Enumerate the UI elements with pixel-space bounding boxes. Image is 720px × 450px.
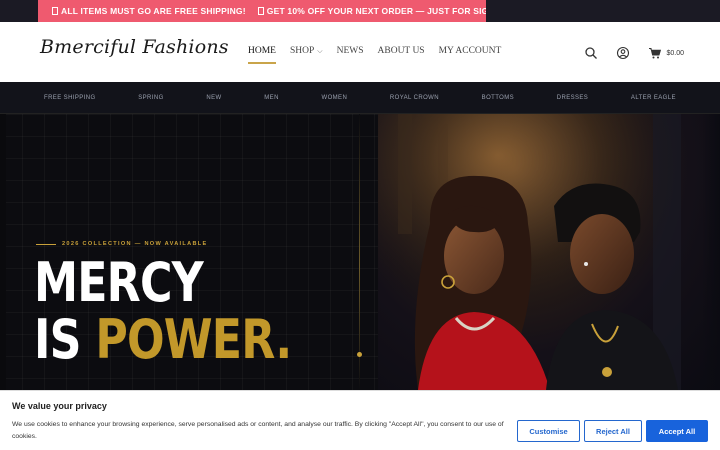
- cart-total: $0.00: [666, 49, 684, 57]
- customise-button[interactable]: Customise: [517, 420, 580, 442]
- eyebrow-text: 2026 COLLECTION — NOW AVAILABLE: [62, 241, 208, 247]
- accept-all-button[interactable]: Accept All: [646, 420, 708, 442]
- tag-icon: [257, 7, 264, 15]
- user-icon[interactable]: [616, 46, 630, 60]
- announcement-strip[interactable]: ALL ITEMS MUST GO ARE FREE SHIPPING! GET…: [38, 0, 486, 22]
- nav-shop[interactable]: SHOP ⌵: [290, 46, 323, 56]
- announcement-bar: ALL ITEMS MUST GO ARE FREE SHIPPING! GET…: [0, 0, 720, 22]
- category-bottoms[interactable]: BOTTOMS: [482, 95, 514, 101]
- cookie-banner: We value your privacy We use cookies to …: [0, 390, 720, 450]
- category-bar: FREE SHIPPING SPRING NEW MEN WOMEN ROYAL…: [0, 82, 720, 114]
- headline-line-2: IS POWER.: [34, 308, 292, 371]
- reject-all-button[interactable]: Reject All: [584, 420, 642, 442]
- announcement-item-1: ALL ITEMS MUST GO ARE FREE SHIPPING!: [52, 6, 246, 16]
- category-alter-eagle[interactable]: ALTER EAGLE: [631, 95, 676, 101]
- category-women[interactable]: WOMEN: [322, 95, 348, 101]
- category-free-shipping[interactable]: FREE SHIPPING: [44, 95, 96, 101]
- category-men[interactable]: MEN: [264, 95, 279, 101]
- search-icon[interactable]: [584, 46, 598, 60]
- headline-accent: POWER.: [95, 308, 292, 371]
- category-new[interactable]: NEW: [206, 95, 221, 101]
- nav-home[interactable]: HOME: [248, 46, 276, 64]
- main-nav: HOME SHOP ⌵ NEWS ABOUT US MY ACCOUNT: [248, 46, 515, 64]
- category-dresses[interactable]: DRESSES: [557, 95, 588, 101]
- hero-eyebrow: 2026 COLLECTION — NOW AVAILABLE: [36, 241, 208, 247]
- site-header: Bmerciful Fashions HOME SHOP ⌵ NEWS ABOUT…: [0, 22, 720, 82]
- gift-icon: [52, 7, 58, 15]
- announcement-text-1: ALL ITEMS MUST GO ARE FREE SHIPPING!: [61, 6, 246, 16]
- announcement-item-2: GET 10% OFF YOUR NEXT ORDER — JUST FOR S…: [257, 6, 486, 16]
- hero-headline: MERCY IS POWER.: [34, 251, 292, 371]
- category-spring[interactable]: SPRING: [138, 95, 163, 101]
- hero-left-edge: [0, 114, 6, 390]
- chevron-down-icon: ⌵: [317, 47, 323, 55]
- hero-divider: [359, 114, 360, 390]
- cart-icon: [649, 48, 662, 59]
- cookie-text: We use cookies to enhance your browsing …: [12, 421, 504, 440]
- announcement-text-2: GET 10% OFF YOUR NEXT ORDER — JUST FOR S…: [266, 6, 486, 16]
- cookie-title: We value your privacy: [12, 401, 107, 411]
- headline-line-1: MERCY: [34, 251, 204, 314]
- nav-my-account[interactable]: MY ACCOUNT: [439, 46, 502, 56]
- hero-divider-dot: [357, 352, 362, 357]
- hero-photo: [378, 114, 720, 390]
- nav-about-us[interactable]: ABOUT US: [378, 46, 425, 56]
- category-royal-crown[interactable]: ROYAL CROWN: [390, 95, 439, 101]
- header-actions: $0.00: [584, 46, 684, 60]
- site-logo[interactable]: Bmerciful Fashions: [40, 36, 229, 58]
- hero-section: 2026 COLLECTION — NOW AVAILABLE MERCY IS…: [0, 114, 720, 390]
- nav-shop-label: SHOP: [289, 46, 315, 56]
- page: ALL ITEMS MUST GO ARE FREE SHIPPING! GET…: [0, 0, 720, 450]
- cart-button[interactable]: $0.00: [648, 46, 684, 60]
- photo-edge-fade: [702, 114, 720, 390]
- eyebrow-rule: [36, 243, 56, 245]
- hero-model-illustration: [378, 114, 720, 390]
- nav-news[interactable]: NEWS: [337, 46, 364, 56]
- headline-prefix: IS: [34, 308, 96, 371]
